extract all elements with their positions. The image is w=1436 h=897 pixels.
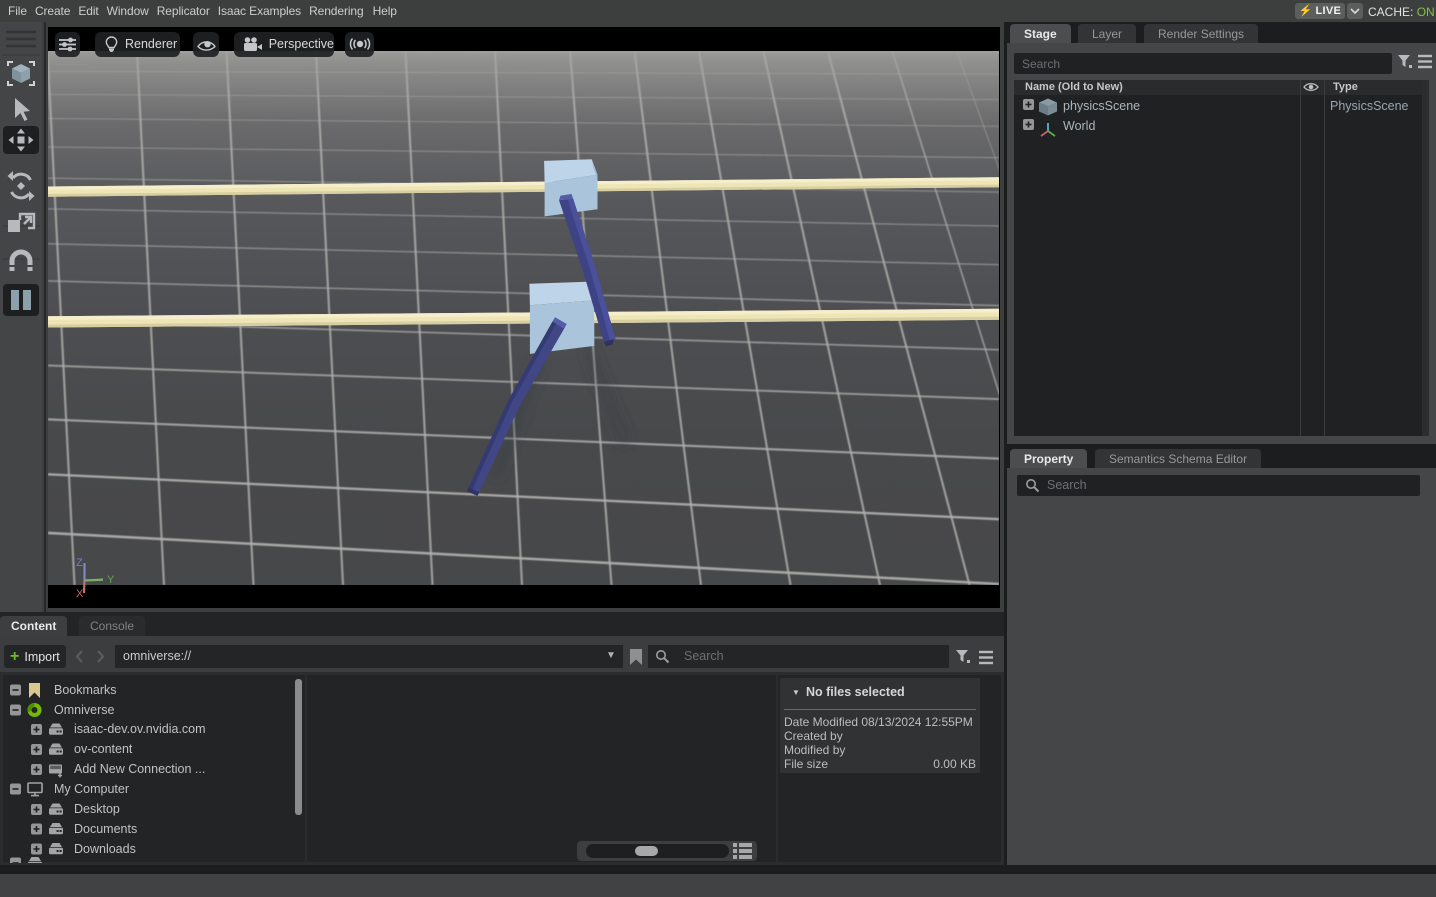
svg-text:X: X xyxy=(76,588,84,600)
svg-text:Z: Z xyxy=(76,557,83,569)
svg-text:Y: Y xyxy=(107,574,115,586)
